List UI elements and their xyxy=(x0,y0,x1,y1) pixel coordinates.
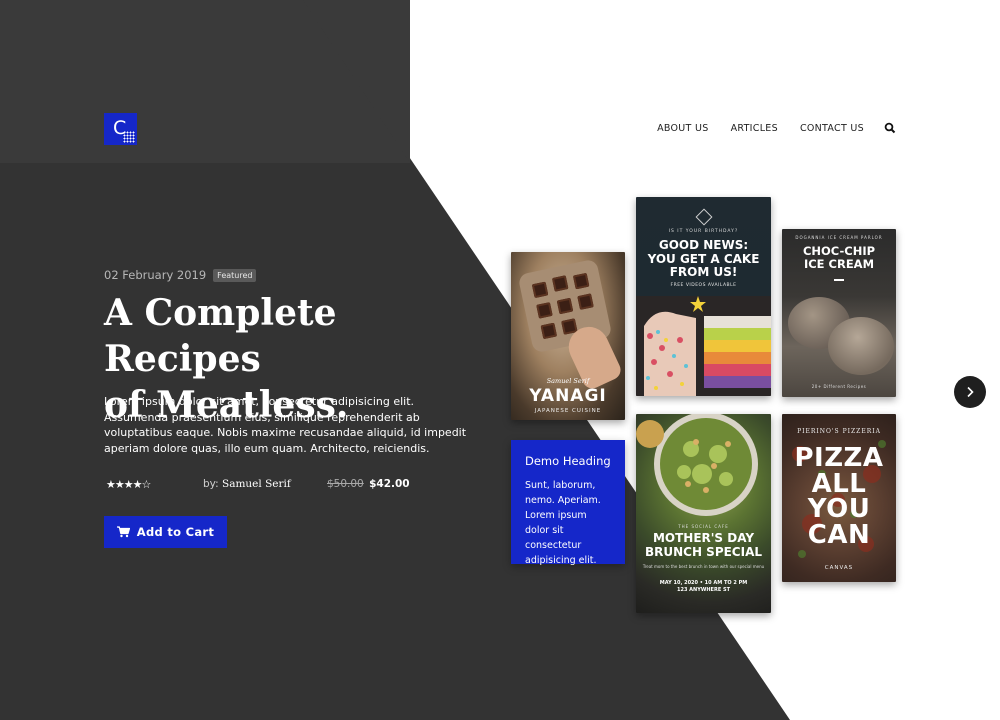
demo-heading: Demo Heading xyxy=(525,454,611,468)
author-prefix: by: xyxy=(203,478,219,490)
cover-image-cake xyxy=(572,272,590,290)
book-event-date: MAY 10, 2020 • 10 AM TO 2 PM xyxy=(659,580,748,586)
nav-about-us[interactable]: ABOUT US xyxy=(657,123,709,134)
nav-contact-us[interactable]: CONTACT US xyxy=(800,123,864,134)
demo-card: Demo Heading Sunt, laborum, nemo. Aperia… xyxy=(511,440,625,566)
book-cover-mothers-day[interactable]: THE SOCIAL CAFE MOTHER'S DAY BRUNCH SPEC… xyxy=(636,414,771,613)
logo-dots xyxy=(123,131,135,143)
book-cover-yanagi[interactable]: Samuel Serif YANAGI JAPANESE CUISINE xyxy=(511,252,625,420)
book-kicker: DOGANNIA ICE CREAM PARLOR xyxy=(795,235,883,240)
cover-image-cake xyxy=(636,296,771,396)
main-nav: ABOUT US ARTICLES CONTACT US xyxy=(635,122,896,134)
book-title: GOOD NEWS: YOU GET A CAKE FROM US! xyxy=(636,238,771,280)
book-kicker: THE SOCIAL CAFE xyxy=(678,524,729,529)
cart-icon xyxy=(116,526,130,538)
featured-badge: Featured xyxy=(213,268,257,282)
book-title-line: BRUNCH SPECIAL xyxy=(644,544,763,559)
price: $50.00 $42.00 xyxy=(327,478,410,490)
emblem-icon xyxy=(695,208,713,226)
cover-image-cake xyxy=(531,281,549,299)
price-old: $50.00 xyxy=(327,478,364,490)
book-title-line: YOU GET A CAKE xyxy=(647,251,760,266)
author-name: Samuel Serif xyxy=(222,478,291,490)
price-new: $42.00 xyxy=(369,478,410,490)
book-subtitle: CANVAS xyxy=(824,565,854,571)
add-to-cart-button[interactable]: Add to Cart xyxy=(104,516,227,548)
book-title-line: ICE CREAM xyxy=(803,256,875,271)
book-author: Samuel Serif xyxy=(546,377,590,385)
cover-image-cake xyxy=(536,302,553,319)
book-title-line: GOOD NEWS: xyxy=(658,238,749,252)
post-date: 02 February 2019 xyxy=(104,268,207,282)
nav-articles[interactable]: ARTICLES xyxy=(731,123,778,134)
book-kicker: PIERINO'S PIZZERIA xyxy=(797,428,881,435)
book-subtitle: FREE VIDEOS AVAILABLE xyxy=(670,283,737,288)
cover-image-salad xyxy=(636,414,758,516)
book-cover-good-news[interactable]: IS IT YOUR BIRTHDAY? GOOD NEWS: YOU GET … xyxy=(636,197,771,396)
add-to-cart-label: Add to Cart xyxy=(136,525,215,539)
book-title: PIZZA ALL YOU CAN xyxy=(782,445,896,550)
title-line-1: A Complete Recipes xyxy=(104,292,337,380)
book-title-line: MOTHER'S DAY xyxy=(652,531,755,545)
book-title: MOTHER'S DAY BRUNCH SPECIAL xyxy=(636,531,771,559)
book-subtitle: JAPANESE CUISINE xyxy=(534,408,602,414)
cover-image-cake xyxy=(551,275,569,292)
book-title: YANAGI xyxy=(529,386,607,406)
search-icon[interactable] xyxy=(884,122,896,134)
cover-image-cake xyxy=(540,322,558,340)
cover-image-cake xyxy=(577,293,594,310)
book-kicker: IS IT YOUR BIRTHDAY? xyxy=(668,229,739,234)
cover-image-scoop xyxy=(828,317,894,375)
brand-logo[interactable]: C xyxy=(104,113,137,145)
rating-stars: ★★★★☆ xyxy=(106,479,151,491)
book-cover-pizza[interactable]: PIERINO'S PIZZERIA PIZZA ALL YOU CAN CAN… xyxy=(782,414,896,582)
carousel-next-button[interactable] xyxy=(954,376,986,408)
book-title: CHOC-CHIP ICE CREAM xyxy=(782,245,896,270)
book-event-info: MAY 10, 2020 • 10 AM TO 2 PM 123 ANYWHER… xyxy=(636,580,771,594)
book-title-line: FROM US! xyxy=(669,265,738,279)
divider xyxy=(834,279,844,281)
chevron-right-icon xyxy=(967,386,974,398)
author-line: by: Samuel Serif xyxy=(203,478,291,490)
demo-body: Sunt, laborum, nemo. Aperiam. Lorem ipsu… xyxy=(525,480,601,566)
book-description: Treat mom to the best brunch in town wit… xyxy=(642,564,765,569)
post-description: Lorem ipsum dolor sit amet, consectetur … xyxy=(104,395,467,455)
book-title-line: CAN xyxy=(807,519,871,550)
book-cover-choc-chip[interactable]: DOGANNIA ICE CREAM PARLOR CHOC-CHIP ICE … xyxy=(782,229,896,397)
post-meta: 02 February 2019 Featured xyxy=(104,268,257,282)
cover-image-cake xyxy=(556,297,574,315)
book-event-address: 123 ANYWHERE ST xyxy=(677,587,730,593)
book-subtitle: 20+ Different Recipes xyxy=(811,384,867,389)
